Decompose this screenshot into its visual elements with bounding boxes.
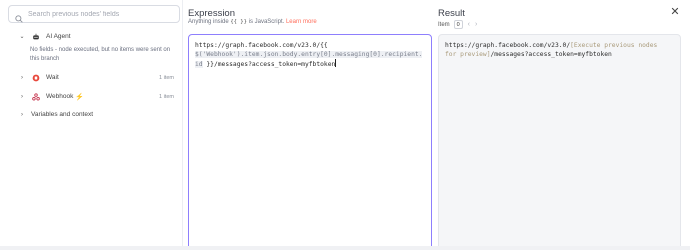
resolvable-segment: id bbox=[195, 61, 203, 68]
result-output: https://graph.facebook.com/v23.0/[Execut… bbox=[438, 34, 681, 250]
expression-hint: Anything inside {{ }} is JavaScript. Lea… bbox=[188, 19, 317, 25]
node-name: Variables and context bbox=[31, 111, 94, 118]
result-title: Result bbox=[438, 8, 465, 19]
resolvable-segment: $('Webhook').item.json.body.entry[0].mes… bbox=[195, 51, 423, 58]
result-panel: Result Item 0 ‹ › https://graph.facebook… bbox=[438, 0, 690, 250]
chevron-right-icon[interactable]: › bbox=[18, 75, 26, 81]
bottom-edge bbox=[0, 246, 690, 250]
node-name: AI Agent bbox=[46, 33, 71, 40]
item-count: 1 item bbox=[159, 74, 174, 81]
node-ai-agent[interactable]: ⌄ AI Agent bbox=[18, 32, 178, 41]
chevron-left-icon[interactable]: ‹ bbox=[468, 21, 470, 28]
wait-icon bbox=[31, 73, 40, 82]
input-panel: ⌄ AI Agent No fields - node executed, bu… bbox=[0, 0, 183, 250]
search-field-container[interactable] bbox=[8, 5, 180, 23]
chevron-right-icon[interactable]: › bbox=[475, 21, 477, 28]
node-wait[interactable]: › Wait 1 item bbox=[18, 73, 178, 82]
item-count: 1 item bbox=[159, 93, 174, 100]
preview-placeholder: for preview] bbox=[445, 51, 491, 58]
node-name: Wait bbox=[46, 74, 59, 81]
item-selector: Item 0 ‹ › bbox=[438, 20, 477, 29]
item-index-input[interactable]: 0 bbox=[453, 20, 463, 29]
node-name: Webhook bbox=[46, 93, 74, 100]
expression-title: Expression bbox=[188, 8, 235, 19]
code-line: https://graph.facebook.com/v23.0/{{ bbox=[195, 42, 328, 49]
result-line: https://graph.facebook.com/v23.0/[Execut… bbox=[445, 42, 658, 49]
node-webhook[interactable]: › Webhook ⚡ 1 item bbox=[18, 92, 178, 101]
robot-icon bbox=[31, 32, 40, 41]
node-variables-context[interactable]: › Variables and context bbox=[18, 111, 178, 118]
code-line: id }}/messages?access_token=myfbtoken bbox=[195, 59, 337, 68]
expression-editor[interactable]: https://graph.facebook.com/v23.0/{{ $('W… bbox=[188, 34, 432, 250]
webhook-icon bbox=[31, 92, 40, 101]
item-label: Item bbox=[438, 21, 450, 28]
trigger-bolt-icon: ⚡ bbox=[75, 93, 85, 101]
code-line: $('Webhook').item.json.body.entry[0].mes… bbox=[195, 50, 425, 59]
text-cursor bbox=[335, 59, 337, 67]
chevron-right-icon[interactable]: › bbox=[18, 112, 26, 118]
expression-panel: Expression Anything inside {{ }} is Java… bbox=[188, 0, 432, 250]
chevron-right-icon[interactable]: › bbox=[18, 94, 26, 100]
learn-more-link[interactable]: Learn more bbox=[286, 19, 317, 25]
chevron-down-icon[interactable]: ⌄ bbox=[18, 33, 26, 40]
search-input[interactable] bbox=[28, 10, 178, 18]
result-line: for preview]/messages?access_token=myfbt… bbox=[445, 51, 612, 58]
empty-branch-note: No fields - node executed, but no items … bbox=[30, 47, 171, 62]
preview-placeholder: [Execute previous nodes bbox=[570, 42, 658, 49]
braces-code: {{ }} bbox=[230, 19, 247, 25]
search-icon bbox=[15, 10, 23, 23]
close-icon[interactable]: ✕ bbox=[669, 6, 681, 18]
